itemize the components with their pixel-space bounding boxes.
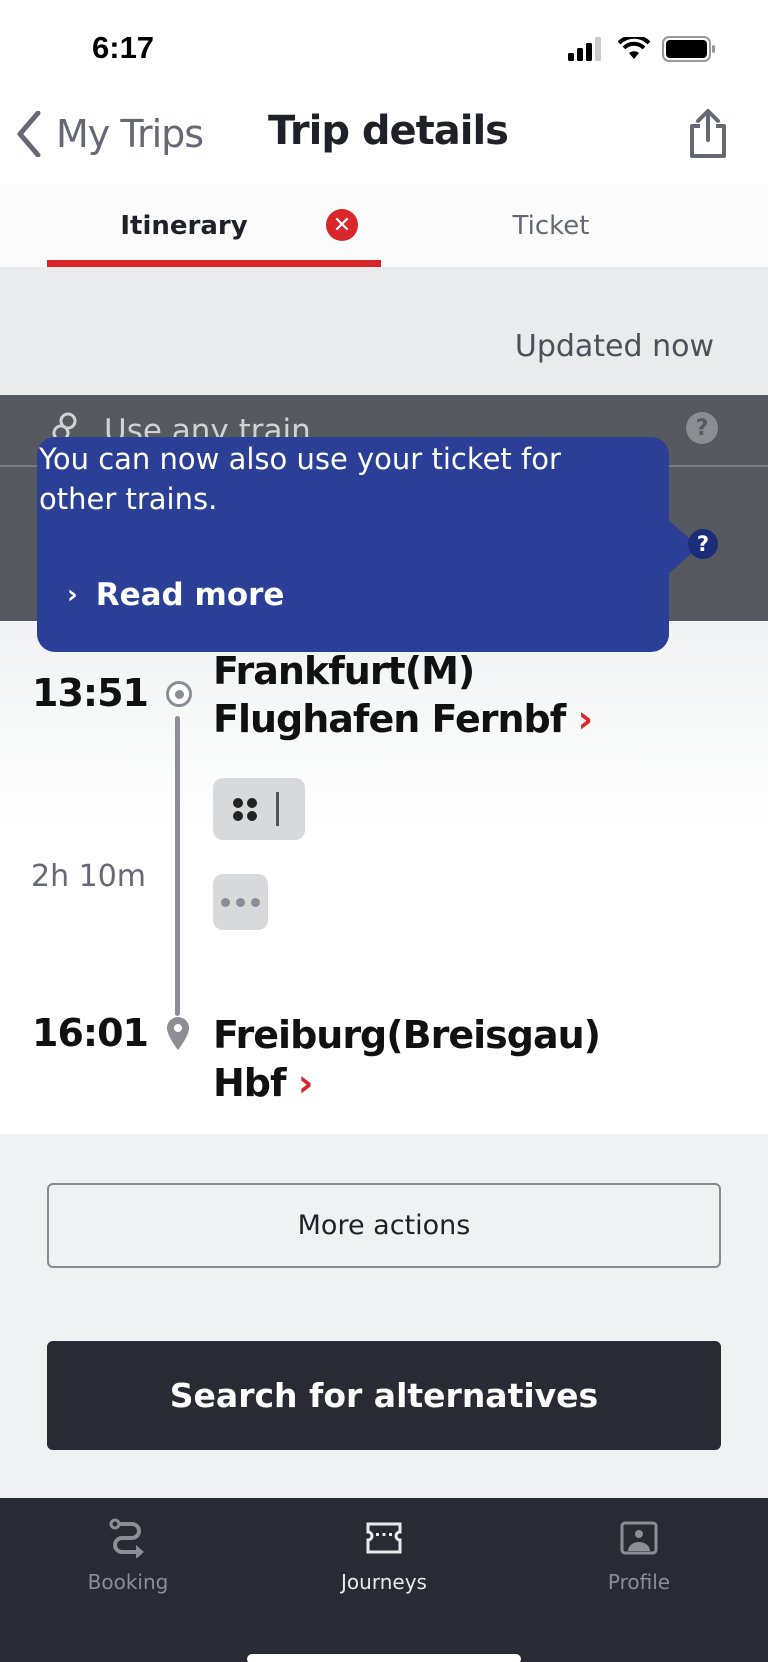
status-bar: 6:17 <box>0 0 768 100</box>
tab-bar-booking[interactable]: Booking <box>38 1518 218 1598</box>
profile-icon <box>620 1521 658 1555</box>
back-label: My Trips <box>56 112 204 156</box>
dot <box>221 897 230 907</box>
help-icon[interactable]: ? <box>686 412 718 444</box>
status-time: 6:17 <box>92 30 155 65</box>
tab-bar-profile-label: Profile <box>607 1570 671 1594</box>
page-title: Trip details <box>268 108 509 154</box>
cellular-signal-icon <box>568 37 601 61</box>
route-icon <box>109 1518 144 1558</box>
dot <box>251 897 260 907</box>
status-icons <box>568 36 716 62</box>
info-tooltip: You can now also use your ticket for oth… <box>37 437 699 652</box>
chevron-right-icon: › <box>577 697 593 741</box>
tooltip-text: You can now also use your ticket for oth… <box>39 442 561 516</box>
tab-bar-booking-label: Booking <box>87 1570 169 1594</box>
battery-icon <box>662 36 715 62</box>
tab-ticket-label: Ticket <box>512 211 590 241</box>
search-alternatives-button[interactable]: Search for alternatives <box>47 1341 721 1450</box>
train-coach-chip[interactable] <box>213 778 305 840</box>
active-tab-indicator <box>47 260 381 267</box>
arrival-station-line1: Freiburg(Breisgau) <box>213 1013 601 1057</box>
chevron-right-icon: › <box>67 580 78 610</box>
tab-bar-journeys[interactable]: Journeys <box>294 1518 474 1598</box>
dot <box>236 897 245 907</box>
error-badge-icon: ✕ <box>326 209 358 241</box>
departure-time: 13:51 <box>32 671 149 715</box>
back-button[interactable]: My Trips <box>16 106 204 162</box>
trip-duration: 2h 10m <box>31 859 147 894</box>
arrival-station-line2: Hbf <box>213 1061 287 1105</box>
help-icon-highlighted[interactable]: ? <box>688 529 718 559</box>
more-details-button[interactable] <box>213 874 268 930</box>
chevron-right-icon: › <box>297 1061 314 1105</box>
updated-row: Updated now <box>0 267 768 395</box>
home-indicator <box>247 1654 521 1662</box>
bottom-tab-bar: Booking Journeys Profile <box>0 1498 768 1662</box>
tab-itinerary-label: Itinerary <box>120 211 248 241</box>
ticket-icon <box>366 1522 402 1554</box>
navigation-bar: My Trips Trip details <box>0 100 768 185</box>
updated-status: Updated now <box>514 329 714 364</box>
share-icon <box>690 109 726 158</box>
departure-station-line2: Flughafen Fernbf <box>213 697 566 741</box>
departure-station-line1: Frankfurt(M) <box>213 649 475 693</box>
tab-ticket[interactable]: Ticket <box>384 185 718 267</box>
origin-dot-icon <box>166 681 192 707</box>
segment-tabs: Itinerary ✕ Ticket <box>0 185 768 267</box>
seat-layout-icon <box>233 792 279 826</box>
share-button[interactable] <box>686 108 730 160</box>
departure-station-link[interactable]: Frankfurt(M) Flughafen Fernbf › <box>213 647 593 743</box>
timeline-line <box>175 716 180 1016</box>
chevron-left-icon <box>17 111 41 157</box>
tab-bar-profile[interactable]: Profile <box>549 1518 729 1598</box>
tab-itinerary[interactable]: Itinerary ✕ <box>47 185 381 267</box>
read-more-label: Read more <box>95 577 285 613</box>
journey-timeline: 13:51 Frankfurt(M) Flughafen Fernbf › 2h… <box>0 621 768 1134</box>
arrival-station-link[interactable]: Freiburg(Breisgau) Hbf › <box>213 1011 601 1107</box>
more-actions-button[interactable]: More actions <box>47 1183 721 1268</box>
read-more-link[interactable]: › Read more <box>67 577 284 613</box>
destination-pin-icon <box>167 1017 189 1050</box>
arrival-time: 16:01 <box>32 1011 149 1055</box>
tab-bar-journeys-label: Journeys <box>341 1570 427 1594</box>
wifi-icon <box>618 37 650 59</box>
